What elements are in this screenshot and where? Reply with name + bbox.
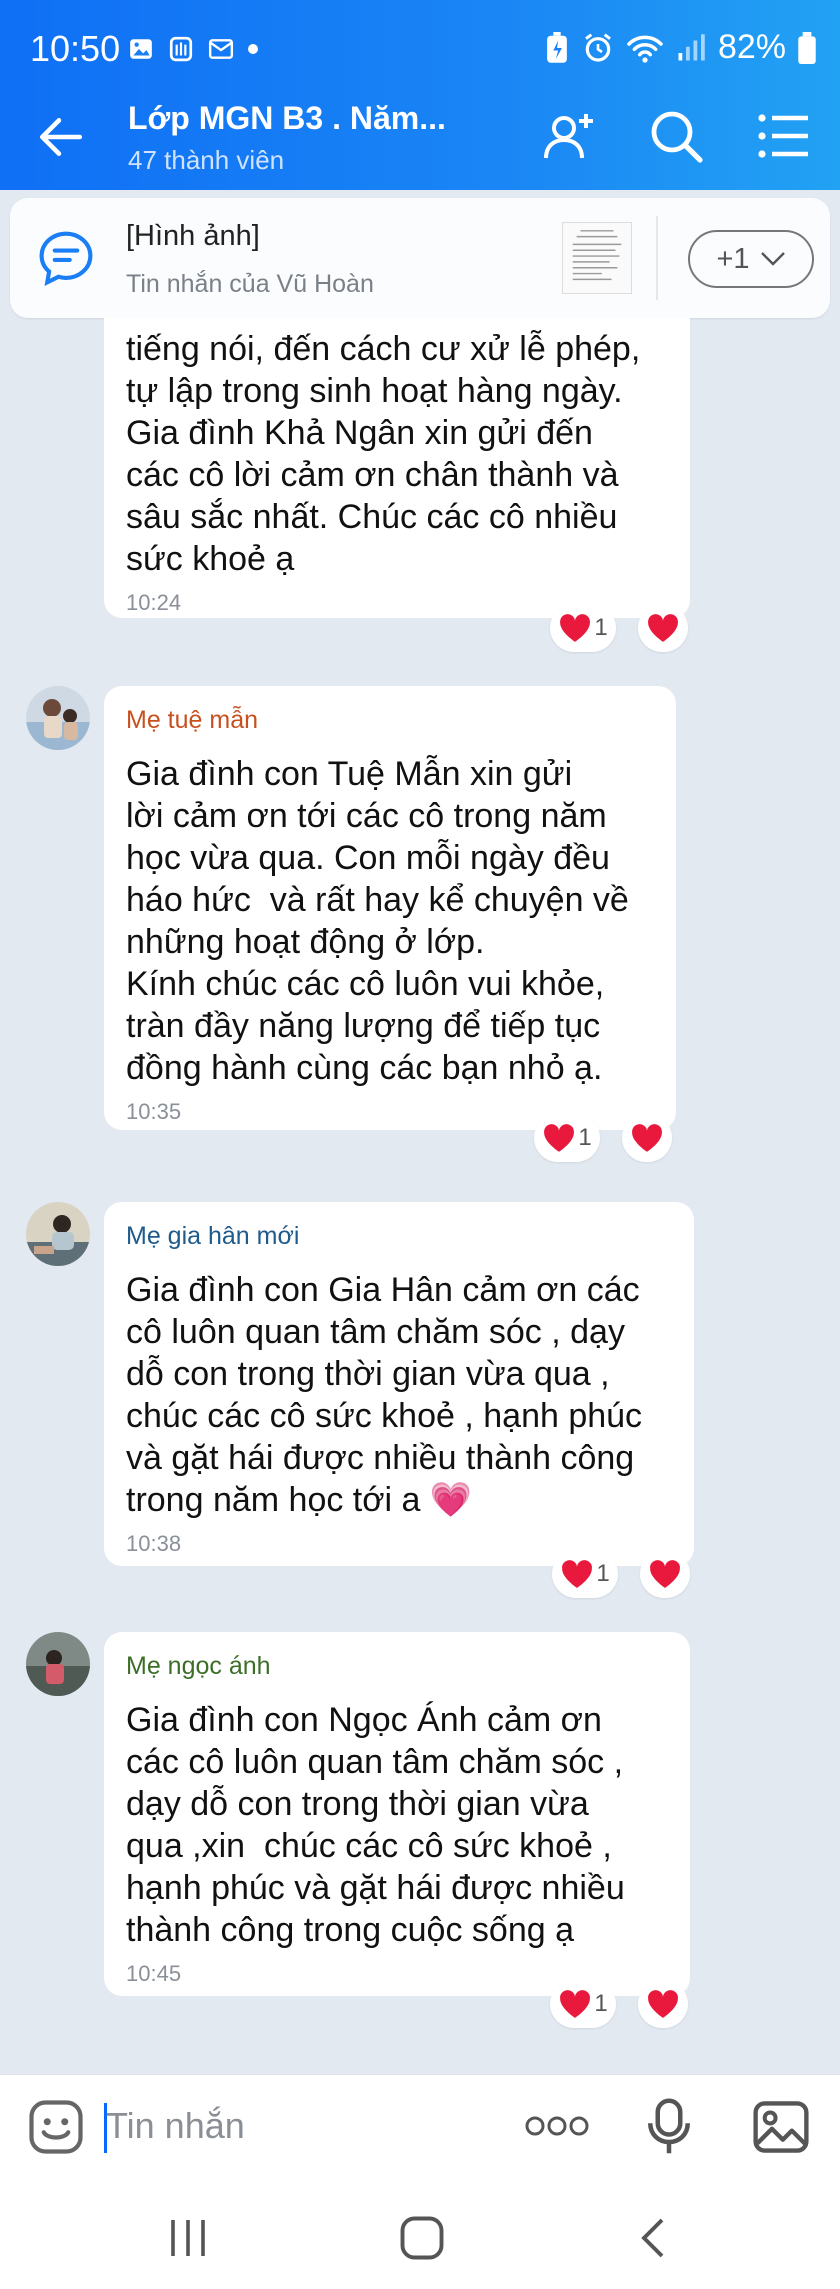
reaction-count: 1 [596,1560,610,1587]
signal-icon [678,33,705,60]
message-bubble[interactable]: Mẹ tuệ mẫn Gia đình con Tuệ Mẫn xin gửi … [104,686,676,1130]
reaction-count-badge[interactable]: 1 [550,1980,616,2028]
message-bubble[interactable]: Mẹ ngọc ánh Gia đình con Ngọc Ánh cảm ơn… [104,1632,690,1996]
pinned-message[interactable]: [Hình ảnh] Tin nhắn của Vũ Hoàn +1 [10,198,830,318]
heart-icon [560,1990,591,2018]
back-icon[interactable] [632,2214,680,2262]
emoji-icon[interactable] [28,2099,84,2155]
recent-apps-icon[interactable] [164,2214,212,2262]
more-pinned-button[interactable]: +1 [688,230,814,288]
avatar[interactable] [26,1632,90,1696]
add-member-icon[interactable] [542,108,598,164]
chevron-down-icon [760,252,785,266]
avatar[interactable] [26,686,90,750]
heart-icon [650,1560,680,1588]
message-text: Gia đình con Gia Hân cảm ơn các cô luôn … [126,1271,643,1519]
message-list[interactable]: tiếng nói, đến cách cư xử lễ phép, tự lậ… [0,318,840,2074]
group-title-area[interactable]: Lớp MGN B3 . Năm... 47 thành viên [128,100,488,176]
heart-icon [648,614,678,642]
microphone-icon[interactable] [646,2097,692,2157]
pinned-title: [Hình ảnh] [126,220,260,252]
heart-reaction-button[interactable] [622,1114,672,1162]
pinned-image-thumbnail[interactable] [562,222,632,294]
heart-reaction-button[interactable] [640,1550,690,1598]
chat-header: Lớp MGN B3 . Năm... 47 thành viên [0,80,840,190]
pinned-subtitle: Tin nhắn của Vũ Hoàn [126,270,374,298]
image-icon [130,39,152,59]
battery-icon [798,31,816,64]
status-system-icons: 82% [544,28,816,67]
sender-name[interactable]: Mẹ gia hân mới [126,1222,672,1251]
heart-icon [632,1124,662,1152]
system-nav-bar [0,2184,840,2289]
member-count: 47 thành viên [128,145,285,175]
message-bubble[interactable]: tiếng nói, đến cách cư xử lễ phép, tự lậ… [104,318,690,618]
heart-icon [544,1124,575,1152]
search-icon[interactable] [648,108,704,164]
reaction-count-badge[interactable]: 1 [534,1114,600,1162]
reaction-count: 1 [578,1124,592,1151]
image-icon[interactable] [752,2099,810,2155]
heart-icon [562,1560,593,1588]
alarm-icon [585,32,611,62]
heart-reaction-button[interactable] [638,604,688,652]
chat-bubble-icon [39,231,93,287]
heart-icon [648,1990,678,2018]
message-text: Gia đình con Ngọc Ánh cảm ơn các cô luôn… [126,1701,625,1949]
reaction-count: 1 [594,1990,608,2017]
status-bar: 10:50 82% [0,0,840,80]
status-time: 10:50 [30,28,121,69]
battery-percentage: 82% [717,28,786,66]
pinned-divider [656,216,658,300]
group-title: Lớp MGN B3 . Năm... [128,100,446,136]
home-icon[interactable] [398,2214,446,2262]
reaction-count: 1 [594,614,608,641]
reaction-count-badge[interactable]: 1 [552,1550,618,1598]
wifi-icon [627,35,663,63]
more-dots-icon[interactable] [524,2113,590,2139]
heart-reaction-button[interactable] [638,1980,688,2028]
menu-icon[interactable] [756,108,812,164]
more-notifications-dot [248,44,258,54]
back-arrow-icon[interactable] [36,112,86,162]
reaction-count-badge[interactable]: 1 [550,604,616,652]
avatar[interactable] [26,1202,90,1266]
sender-name[interactable]: Mẹ ngọc ánh [126,1652,668,1681]
gallery-icon [169,36,193,62]
message-input[interactable] [106,2095,486,2157]
sender-name[interactable]: Mẹ tuệ mẫn [126,706,654,735]
status-notification-icons [128,36,258,62]
heart-icon [560,614,591,642]
message-composer [0,2074,840,2184]
message-text: tiếng nói, đến cách cư xử lễ phép, tự lậ… [126,330,641,578]
message-bubble[interactable]: Mẹ gia hân mới Gia đình con Gia Hân cảm … [104,1202,694,1566]
more-pinned-count: +1 [716,242,750,275]
mail-icon [208,39,234,59]
message-text: Gia đình con Tuệ Mẫn xin gửi lời cảm ơn … [126,755,629,1087]
top-bar: 10:50 82% Lớp MGN B3 . Năm... 47 thành v… [0,0,840,190]
battery-saver-icon [547,31,567,63]
